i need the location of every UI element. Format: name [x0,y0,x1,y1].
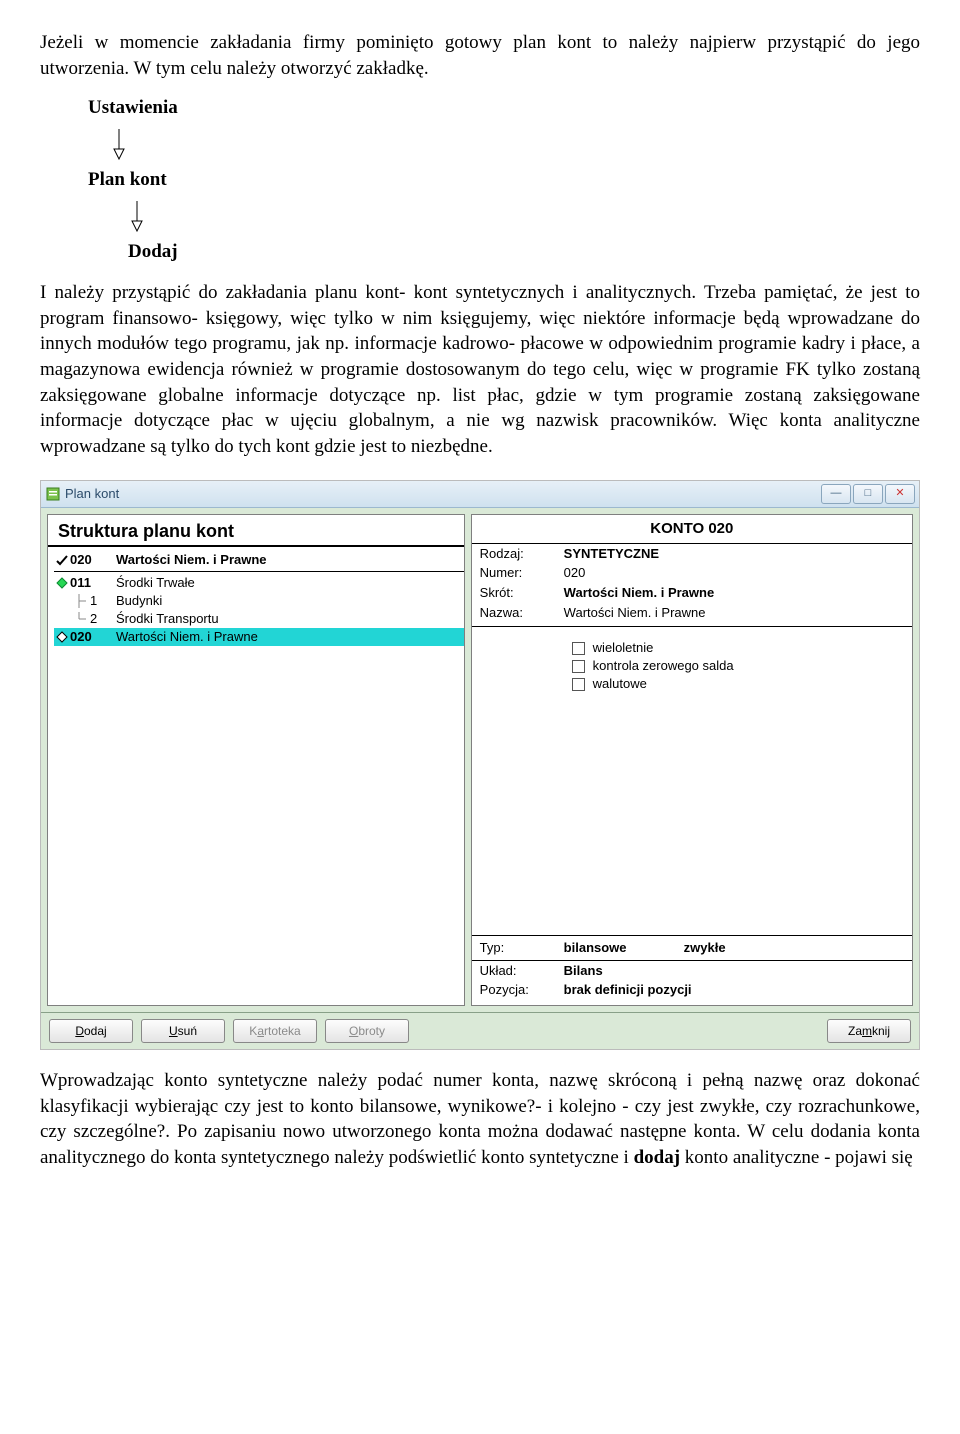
checkbox-label: walutowe [593,675,647,693]
btn-label: knij [872,1024,890,1038]
check-icon [54,553,70,567]
accounts-tree[interactable]: 020 Wartości Niem. i Prawne 011 Środki T… [48,547,464,646]
checkbox-label: wieloletnie [593,639,654,657]
tree-branch-icon [74,594,90,608]
close-button[interactable]: ✕ [885,484,915,504]
checkbox-icon [572,678,585,691]
window-titlebar[interactable]: Plan kont — □ ✕ [41,481,919,508]
kartoteka-button[interactable]: Kartoteka [233,1019,317,1043]
paragraph-2: I należy przystąpić do zakładania planu … [40,280,920,459]
tree-code: 2 [90,610,106,628]
value-numer: 020 [564,564,904,582]
dodaj-button[interactable]: Dodaj [49,1019,133,1043]
tree-head-label: Wartości Niem. i Prawne [116,551,267,569]
paragraph-3: Wprowadzając konto syntetyczne należy po… [40,1068,920,1171]
paragraph-1: Jeżeli w momencie zakładania firmy pomin… [40,30,920,81]
app-icon [45,486,61,502]
value-uklad: Bilans [564,962,904,980]
label-nazwa: Nazwa: [480,604,564,622]
zamknij-button[interactable]: Zamknij [827,1019,911,1043]
btn-label: suń [178,1024,197,1038]
checkbox-icon [572,642,585,655]
tree-label: Wartości Niem. i Prawne [116,628,258,646]
label-rodzaj: Rodzaj: [480,545,564,563]
label-numer: Numer: [480,564,564,582]
tree-label: Środki Trwałe [116,574,195,592]
checkbox-walutowe[interactable]: walutowe [572,675,912,693]
value-skrot: Wartości Niem. i Prawne [564,584,904,602]
value-typ-2: zwykłe [684,939,726,957]
label-pozycja: Pozycja: [480,981,564,999]
tree-row[interactable]: 2 Środki Transportu [54,610,464,628]
minimize-button[interactable]: — [821,484,851,504]
tree-row[interactable]: 011 Środki Trwałe [54,574,464,592]
checkbox-wieloletnie[interactable]: wieloletnie [572,639,912,657]
konto-title: KONTO 020 [472,515,912,544]
btn-label: odaj [84,1024,107,1038]
label-skrot: Skrót: [480,584,564,602]
checkbox-label: kontrola zerowego salda [593,657,734,675]
tree-head-code: 020 [70,551,106,569]
label-typ: Typ: [480,939,564,957]
value-pozycja: brak definicji pozycji [564,981,904,999]
window-title: Plan kont [65,485,821,503]
struktura-panel: Struktura planu kont 020 Wartości Niem. … [47,514,465,1006]
chain-step-dodaj: Dodaj [128,239,920,265]
value-rodzaj: SYNTETYCZNE [564,545,904,563]
options-group: wieloletnie kontrola zerowego salda walu… [472,631,912,693]
obroty-button[interactable]: Obroty [325,1019,409,1043]
label-uklad: Układ: [480,962,564,980]
tree-label: Budynki [116,592,162,610]
tree-code: 011 [70,574,106,592]
tree-code: 1 [90,592,106,610]
tree-row-selected[interactable]: 020 Wartości Niem. i Prawne [54,628,464,646]
chain-step-plan-kont: Plan kont [88,167,920,193]
paragraph-3-c: konto analityczne - pojawi się [680,1147,913,1168]
konto-details-panel: KONTO 020 Rodzaj:SYNTETYCZNE Numer:020 S… [471,514,913,1006]
tree-code: 020 [70,628,106,646]
arrow-down-icon [128,199,920,233]
window-footer: Dodaj Usuń Kartoteka Obroty Zamknij [41,1012,919,1049]
chain-step-ustawienia: Ustawienia [88,95,920,121]
usun-button[interactable]: Usuń [141,1019,225,1043]
arrow-down-icon [110,127,920,161]
tree-head-row[interactable]: 020 Wartości Niem. i Prawne [54,551,464,572]
value-nazwa: Wartości Niem. i Prawne [564,604,904,622]
tree-row[interactable]: 1 Budynki [54,592,464,610]
diamond-white-icon [54,631,70,643]
btn-label: broty [358,1024,385,1038]
tree-branch-icon [74,612,90,626]
maximize-button[interactable]: □ [853,484,883,504]
diamond-green-icon [54,577,70,589]
checkbox-icon [572,660,585,673]
value-typ-1: bilansowe [564,939,684,957]
struktura-heading: Struktura planu kont [48,515,464,547]
plan-kont-window: Plan kont — □ ✕ Struktura planu kont 020… [40,480,920,1050]
nav-chain: Ustawienia Plan kont Dodaj [88,95,920,264]
checkbox-kontrola[interactable]: kontrola zerowego salda [572,657,912,675]
paragraph-3-bold: dodaj [634,1147,680,1168]
tree-label: Środki Transportu [116,610,219,628]
btn-label: rtoteka [264,1024,301,1038]
